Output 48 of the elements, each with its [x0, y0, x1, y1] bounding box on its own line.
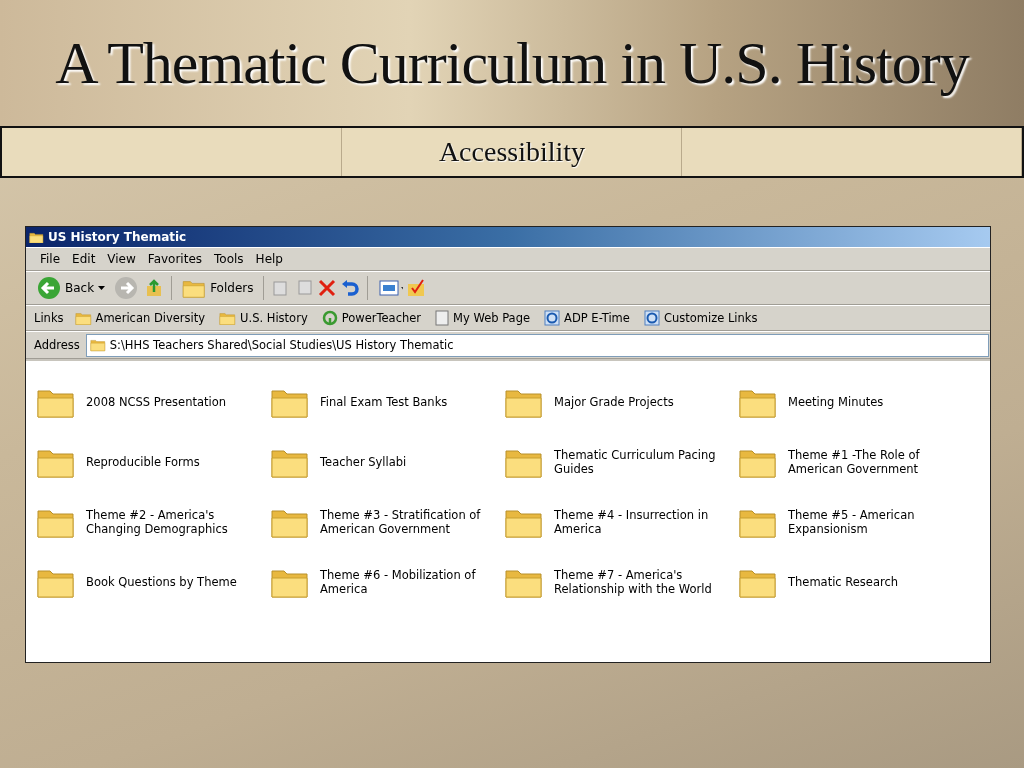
address-label: Address [34, 338, 80, 352]
menu-item[interactable]: Edit [66, 250, 102, 268]
link[interactable]: American Diversity [71, 308, 209, 328]
folder-name[interactable]: Book Questions by Theme [86, 575, 256, 589]
folder-icon [89, 338, 106, 352]
slide-subtitle: Accessibility [437, 136, 587, 168]
folder-name[interactable]: Final Exam Test Banks [320, 395, 490, 409]
links-label: Links [34, 311, 64, 325]
undo-icon[interactable] [340, 278, 361, 298]
folder-name[interactable]: Teacher Syllabi [320, 455, 490, 469]
folder-name[interactable]: Major Grade Projects [554, 395, 724, 409]
link[interactable]: Customize Links [640, 308, 761, 328]
folder-name[interactable]: Thematic Curriculum Pacing Guides [554, 448, 724, 476]
folder-name[interactable]: Theme #7 - America's Relationship with the World [554, 568, 724, 596]
menu-item[interactable]: Favorites [141, 250, 209, 268]
slide-title: A Thematic Curriculum in U.S. History [55, 28, 969, 98]
ring-icon [321, 310, 338, 326]
menu-item[interactable]: Tools [208, 250, 250, 268]
window-title: US History Thematic [26, 227, 990, 247]
link[interactable]: U.S. History [216, 308, 311, 328]
browser-icon [643, 310, 660, 326]
folder-name[interactable]: Theme #1 -The Role of American Government [788, 448, 958, 476]
folder-name[interactable]: Theme #4 - Insurrection in America [554, 508, 724, 536]
menu-item[interactable]: Help [249, 250, 289, 268]
folder-name[interactable]: Thematic Research [788, 575, 958, 589]
folder-name[interactable]: Theme #5 - American Expansionism [788, 508, 958, 536]
folder-icon [29, 230, 44, 244]
folder-name[interactable]: Reproducible Forms [86, 455, 256, 469]
menu-item[interactable]: View [101, 250, 142, 268]
browser-icon [544, 310, 561, 326]
folder-name[interactable]: 2008 NCSS Presentation [86, 395, 256, 409]
delete-icon[interactable] [317, 278, 338, 298]
back-button[interactable]: Back [34, 274, 109, 302]
link[interactable]: PowerTeacher [318, 308, 425, 328]
folder-icon [219, 310, 237, 326]
menu-item[interactable]: File [34, 250, 67, 268]
address-field[interactable]: S:\HHS Teachers Shared\Social Studies\US History Thematic [85, 333, 989, 357]
link[interactable]: ADP E-Time [541, 308, 633, 328]
folder-name[interactable]: Theme #6 - Mobilization of America [320, 568, 490, 596]
checked-folder-icon[interactable] [406, 278, 427, 298]
folder-icon [74, 310, 92, 326]
folders-button[interactable]: Folders [179, 275, 257, 301]
caret-icon[interactable] [98, 286, 106, 290]
folder-name[interactable]: Theme #2 - America's Changing Demographics [86, 508, 256, 536]
folder-name[interactable]: Meeting Minutes [788, 395, 958, 409]
folder-name[interactable]: Theme #3 - Stratification of American Government [320, 508, 490, 536]
page-icon [435, 310, 450, 326]
link[interactable]: My Web Page [432, 308, 534, 328]
